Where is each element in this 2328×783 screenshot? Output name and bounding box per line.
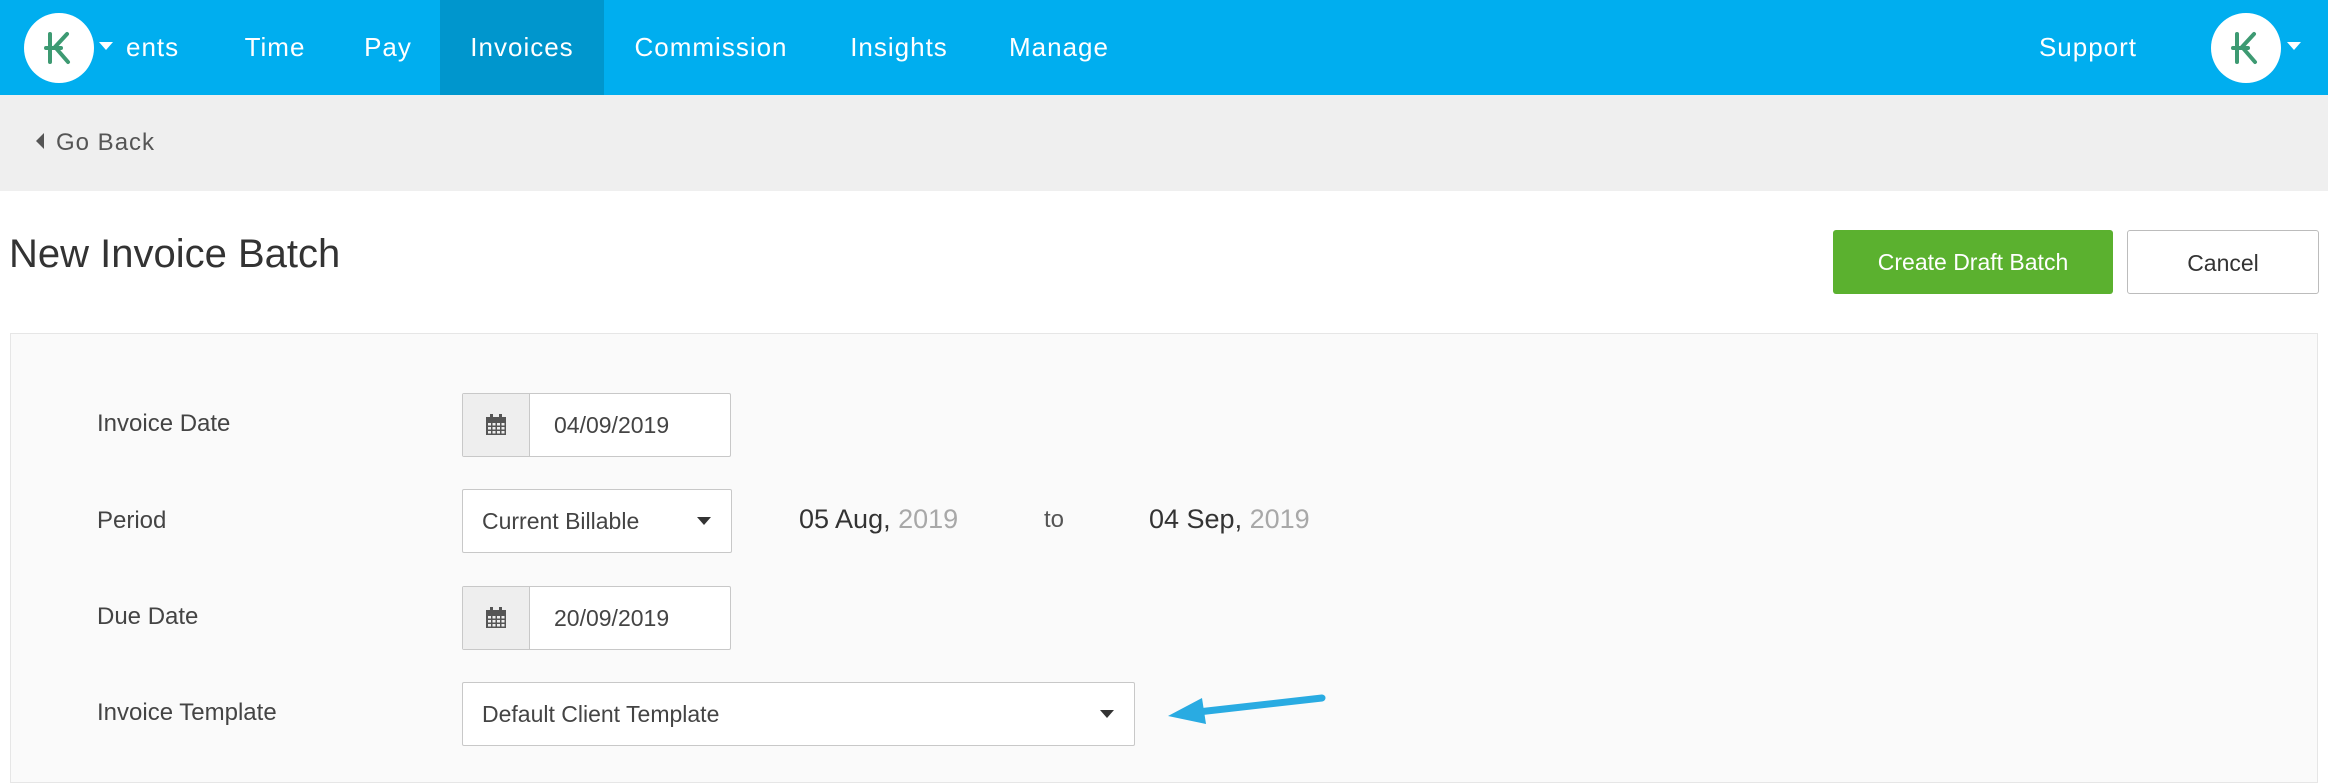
app-menu-chevron-down-icon[interactable] (99, 42, 113, 50)
back-bar: Go Back (0, 95, 2328, 191)
nav-item-invoices[interactable]: Invoices (440, 0, 604, 95)
user-avatar-button[interactable] (2211, 13, 2281, 83)
go-back-label: Go Back (56, 129, 156, 156)
period-label: Period (97, 507, 167, 534)
page-title: New Invoice Batch (9, 232, 341, 276)
due-date-label: Due Date (97, 603, 199, 630)
invoice-date-calendar-button[interactable] (463, 394, 530, 456)
chevron-down-icon (697, 517, 711, 525)
user-menu-chevron-down-icon[interactable] (2287, 42, 2301, 50)
invoice-template-label: Invoice Template (97, 699, 277, 726)
period-select-value: Current Billable (482, 508, 640, 534)
invoice-date-value: 04/09/2019 (554, 412, 670, 438)
invoice-template-select[interactable]: Default Client Template (462, 682, 1135, 746)
invoice-date-label: Invoice Date (97, 410, 231, 437)
top-nav-bar: ents Time Pay Invoices Commission Insigh… (0, 0, 2328, 95)
invoice-date-field[interactable]: 04/09/2019 (462, 393, 731, 457)
period-start-year: 2019 (898, 504, 959, 534)
period-end-year: 2019 (1249, 504, 1310, 534)
nav-item-insights[interactable]: Insights (833, 0, 965, 95)
go-back-link[interactable]: Go Back (36, 95, 155, 191)
avatar-logo-icon (2231, 32, 2257, 64)
nav-item-commission[interactable]: Commission (614, 0, 808, 95)
cancel-button[interactable]: Cancel (2127, 230, 2319, 294)
nav-item-clients[interactable]: ents (126, 0, 194, 95)
brand-logo-icon (44, 32, 70, 64)
calendar-icon (486, 414, 506, 435)
period-end-day: 04 Sep, (1149, 504, 1243, 534)
nav-item-pay[interactable]: Pay (345, 0, 431, 95)
calendar-icon (486, 607, 506, 628)
nav-item-support[interactable]: Support (2020, 0, 2156, 95)
period-start-date: 05 Aug, 2019 (799, 504, 958, 535)
period-to-label: to (1044, 506, 1065, 533)
app-logo-button[interactable] (24, 13, 94, 83)
period-select[interactable]: Current Billable (462, 489, 732, 553)
due-date-value: 20/09/2019 (554, 605, 670, 631)
invoice-template-value: Default Client Template (482, 701, 720, 727)
caret-left-icon (36, 133, 44, 149)
period-end-date: 04 Sep, 2019 (1149, 504, 1310, 535)
nav-item-manage[interactable]: Manage (994, 0, 1124, 95)
annotation-arrow-left-icon (1168, 694, 1326, 724)
due-date-field[interactable]: 20/09/2019 (462, 586, 731, 650)
period-start-day: 05 Aug, (799, 504, 891, 534)
due-date-calendar-button[interactable] (463, 587, 530, 649)
chevron-down-icon (1100, 710, 1114, 718)
nav-item-time[interactable]: Time (225, 0, 325, 95)
create-draft-batch-button[interactable]: Create Draft Batch (1833, 230, 2113, 294)
